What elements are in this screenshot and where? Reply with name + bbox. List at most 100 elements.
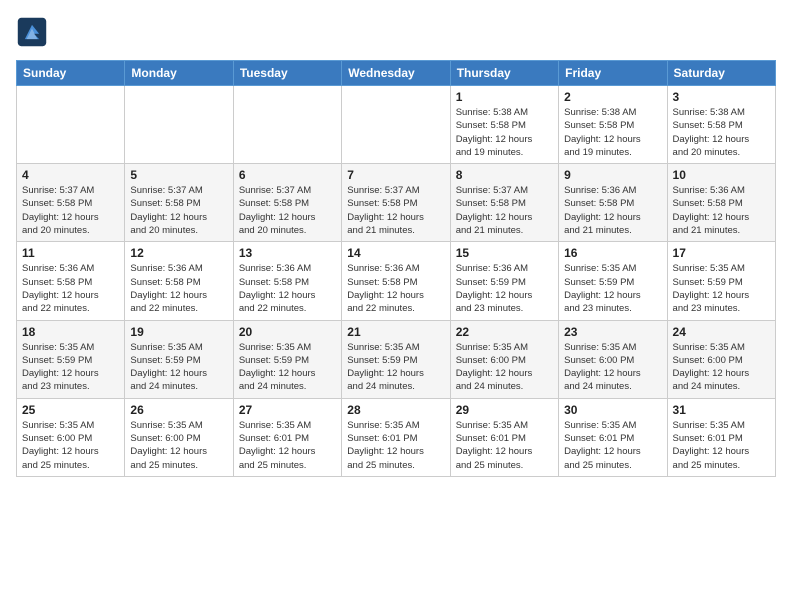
day-number: 30 [564, 403, 661, 417]
day-info: Sunrise: 5:36 AM Sunset: 5:58 PM Dayligh… [22, 262, 119, 315]
day-number: 25 [22, 403, 119, 417]
calendar-cell: 21 Sunrise: 5:35 AM Sunset: 5:59 PM Dayli… [342, 320, 450, 398]
day-info: Sunrise: 5:36 AM Sunset: 5:59 PM Dayligh… [456, 262, 553, 315]
calendar-cell: 16 Sunrise: 5:35 AM Sunset: 5:59 PM Dayli… [559, 242, 667, 320]
weekday-header-sunday: Sunday [17, 61, 125, 86]
day-info: Sunrise: 5:35 AM Sunset: 6:01 PM Dayligh… [564, 419, 661, 472]
weekday-header-wednesday: Wednesday [342, 61, 450, 86]
day-info: Sunrise: 5:37 AM Sunset: 5:58 PM Dayligh… [347, 184, 444, 237]
calendar-cell: 17 Sunrise: 5:35 AM Sunset: 5:59 PM Dayli… [667, 242, 775, 320]
day-number: 21 [347, 325, 444, 339]
day-number: 28 [347, 403, 444, 417]
day-info: Sunrise: 5:36 AM Sunset: 5:58 PM Dayligh… [130, 262, 227, 315]
calendar-week-1: 4Sunrise: 5:37 AM Sunset: 5:58 PM Daylig… [17, 164, 776, 242]
day-number: 24 [673, 325, 770, 339]
weekday-header-tuesday: Tuesday [233, 61, 341, 86]
day-number: 22 [456, 325, 553, 339]
day-number: 2 [564, 90, 661, 104]
calendar-cell: 13 Sunrise: 5:36 AM Sunset: 5:58 PM Dayli… [233, 242, 341, 320]
calendar-cell: 8 Sunrise: 5:37 AM Sunset: 5:58 PM Daylig… [450, 164, 558, 242]
calendar-cell: 12Sunrise: 5:36 AM Sunset: 5:58 PM Dayli… [125, 242, 233, 320]
weekday-header-thursday: Thursday [450, 61, 558, 86]
calendar-cell: 9 Sunrise: 5:36 AM Sunset: 5:58 PM Daylig… [559, 164, 667, 242]
day-number: 23 [564, 325, 661, 339]
day-info: Sunrise: 5:35 AM Sunset: 6:01 PM Dayligh… [239, 419, 336, 472]
day-info: Sunrise: 5:36 AM Sunset: 5:58 PM Dayligh… [239, 262, 336, 315]
calendar-table: SundayMondayTuesdayWednesdayThursdayFrid… [16, 60, 776, 477]
day-number: 26 [130, 403, 227, 417]
calendar-cell: 28Sunrise: 5:35 AM Sunset: 6:01 PM Dayli… [342, 398, 450, 476]
day-info: Sunrise: 5:37 AM Sunset: 5:58 PM Dayligh… [456, 184, 553, 237]
calendar-cell: 22 Sunrise: 5:35 AM Sunset: 6:00 PM Dayli… [450, 320, 558, 398]
day-number: 16 [564, 246, 661, 260]
logo [16, 16, 52, 48]
day-info: Sunrise: 5:36 AM Sunset: 5:58 PM Dayligh… [347, 262, 444, 315]
day-info: Sunrise: 5:35 AM Sunset: 6:01 PM Dayligh… [456, 419, 553, 472]
calendar-week-2: 11 Sunrise: 5:36 AM Sunset: 5:58 PM Dayli… [17, 242, 776, 320]
day-number: 1 [456, 90, 553, 104]
calendar-cell: 31 Sunrise: 5:35 AM Sunset: 6:01 PM Dayli… [667, 398, 775, 476]
day-info: Sunrise: 5:38 AM Sunset: 5:58 PM Dayligh… [673, 106, 770, 159]
day-number: 27 [239, 403, 336, 417]
calendar-cell: 24 Sunrise: 5:35 AM Sunset: 6:00 PM Dayli… [667, 320, 775, 398]
calendar-cell: 25Sunrise: 5:35 AM Sunset: 6:00 PM Dayli… [17, 398, 125, 476]
day-number: 7 [347, 168, 444, 182]
day-info: Sunrise: 5:35 AM Sunset: 5:59 PM Dayligh… [673, 262, 770, 315]
day-number: 8 [456, 168, 553, 182]
day-info: Sunrise: 5:35 AM Sunset: 5:59 PM Dayligh… [130, 341, 227, 394]
day-info: Sunrise: 5:35 AM Sunset: 5:59 PM Dayligh… [22, 341, 119, 394]
calendar-cell: 5Sunrise: 5:37 AM Sunset: 5:58 PM Daylig… [125, 164, 233, 242]
calendar-cell: 11 Sunrise: 5:36 AM Sunset: 5:58 PM Dayli… [17, 242, 125, 320]
day-info: Sunrise: 5:35 AM Sunset: 6:01 PM Dayligh… [673, 419, 770, 472]
day-number: 15 [456, 246, 553, 260]
calendar-week-3: 18 Sunrise: 5:35 AM Sunset: 5:59 PM Dayli… [17, 320, 776, 398]
day-info: Sunrise: 5:37 AM Sunset: 5:58 PM Dayligh… [239, 184, 336, 237]
day-number: 11 [22, 246, 119, 260]
weekday-header-monday: Monday [125, 61, 233, 86]
calendar-cell [233, 86, 341, 164]
day-info: Sunrise: 5:37 AM Sunset: 5:58 PM Dayligh… [22, 184, 119, 237]
day-info: Sunrise: 5:36 AM Sunset: 5:58 PM Dayligh… [673, 184, 770, 237]
calendar-cell: 15 Sunrise: 5:36 AM Sunset: 5:59 PM Dayli… [450, 242, 558, 320]
day-info: Sunrise: 5:35 AM Sunset: 6:00 PM Dayligh… [673, 341, 770, 394]
day-info: Sunrise: 5:38 AM Sunset: 5:58 PM Dayligh… [564, 106, 661, 159]
weekday-header-saturday: Saturday [667, 61, 775, 86]
calendar-cell: 1 Sunrise: 5:38 AM Sunset: 5:58 PM Daylig… [450, 86, 558, 164]
calendar-week-0: 1 Sunrise: 5:38 AM Sunset: 5:58 PM Daylig… [17, 86, 776, 164]
day-number: 31 [673, 403, 770, 417]
calendar-cell [342, 86, 450, 164]
calendar-cell: 20Sunrise: 5:35 AM Sunset: 5:59 PM Dayli… [233, 320, 341, 398]
weekday-header-row: SundayMondayTuesdayWednesdayThursdayFrid… [17, 61, 776, 86]
calendar-cell: 10 Sunrise: 5:36 AM Sunset: 5:58 PM Dayli… [667, 164, 775, 242]
calendar-cell: 18 Sunrise: 5:35 AM Sunset: 5:59 PM Dayli… [17, 320, 125, 398]
calendar-week-4: 25 Sunrise: 5:35 AM Sunset: 6:00 PM Dayli… [17, 398, 776, 476]
day-number: 20 [239, 325, 336, 339]
day-info: Sunrise: 5:37 AM Sunset: 5:58 PM Dayligh… [130, 184, 227, 237]
day-number: 14 [347, 246, 444, 260]
calendar-cell: 27 Sunrise: 5:35 AM Sunset: 6:01 PM Dayli… [233, 398, 341, 476]
day-info: Sunrise: 5:36 AM Sunset: 5:58 PM Dayligh… [564, 184, 661, 237]
day-number: 13 [239, 246, 336, 260]
calendar-cell: 19Sunrise: 5:35 AM Sunset: 5:59 PM Dayli… [125, 320, 233, 398]
calendar-cell: 6 Sunrise: 5:37 AM Sunset: 5:58 PM Daylig… [233, 164, 341, 242]
calendar-cell: 23Sunrise: 5:35 AM Sunset: 6:00 PM Dayli… [559, 320, 667, 398]
day-number: 29 [456, 403, 553, 417]
page-header [16, 16, 776, 48]
day-info: Sunrise: 5:38 AM Sunset: 5:58 PM Dayligh… [456, 106, 553, 159]
calendar-cell [125, 86, 233, 164]
day-number: 18 [22, 325, 119, 339]
day-number: 9 [564, 168, 661, 182]
day-info: Sunrise: 5:35 AM Sunset: 5:59 PM Dayligh… [347, 341, 444, 394]
day-info: Sunrise: 5:35 AM Sunset: 6:00 PM Dayligh… [456, 341, 553, 394]
calendar-cell: 30 Sunrise: 5:35 AM Sunset: 6:01 PM Dayli… [559, 398, 667, 476]
day-info: Sunrise: 5:35 AM Sunset: 5:59 PM Dayligh… [564, 262, 661, 315]
calendar-cell: 14 Sunrise: 5:36 AM Sunset: 5:58 PM Dayli… [342, 242, 450, 320]
weekday-header-friday: Friday [559, 61, 667, 86]
calendar-cell: 29 Sunrise: 5:35 AM Sunset: 6:01 PM Dayli… [450, 398, 558, 476]
day-info: Sunrise: 5:35 AM Sunset: 6:00 PM Dayligh… [130, 419, 227, 472]
day-number: 10 [673, 168, 770, 182]
day-number: 17 [673, 246, 770, 260]
calendar-cell [17, 86, 125, 164]
calendar-cell: 26 Sunrise: 5:35 AM Sunset: 6:00 PM Dayli… [125, 398, 233, 476]
day-number: 6 [239, 168, 336, 182]
